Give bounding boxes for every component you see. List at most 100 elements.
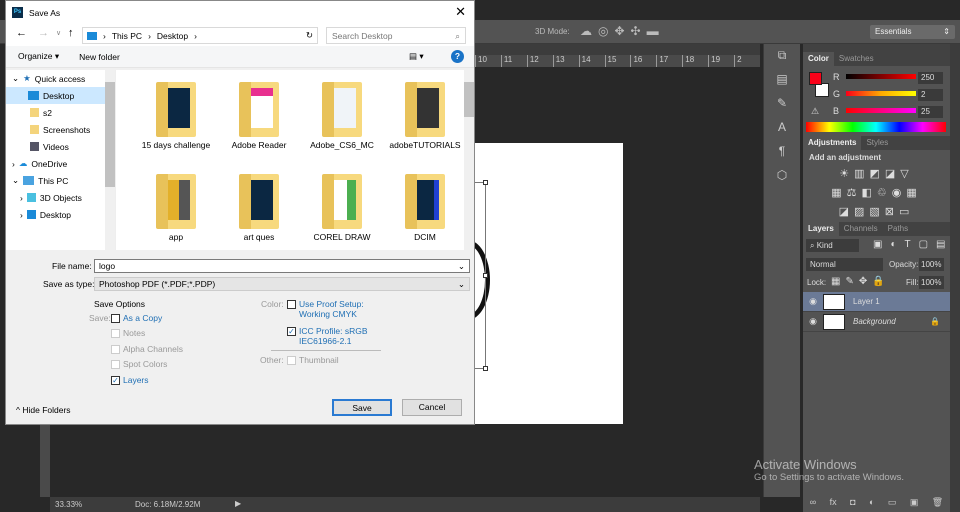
nav-3d-objects[interactable]: › 3D Objects	[6, 189, 115, 206]
transform-handle[interactable]	[483, 273, 488, 278]
help-icon[interactable]: ?	[451, 50, 464, 63]
folder-item[interactable]: COREL DRAW	[302, 174, 382, 242]
opacity-input[interactable]: 100%	[919, 258, 944, 271]
fx-icon[interactable]: fx	[830, 497, 837, 512]
search-input[interactable]: Search Desktop ⌕	[326, 27, 466, 44]
spot-colors-checkbox[interactable]: Spot Colors	[111, 359, 167, 370]
transform-handle[interactable]	[483, 366, 488, 371]
view-icon[interactable]: ▤ ▾	[409, 51, 424, 62]
breadcrumb-desktop[interactable]: Desktop	[157, 31, 188, 41]
adjustments-panel: Add an adjustment ☀▥◩◪▽ ▦⚖◧♲◉▦ ◪▨▧⊠▭	[803, 150, 950, 222]
new-layer-icon[interactable]: ▣	[910, 497, 919, 512]
notes-checkbox[interactable]: Notes	[111, 328, 145, 339]
nav-label: Videos	[43, 141, 69, 152]
use-proof-setup-checkbox[interactable]: Use Proof Setup: Working CMYK	[287, 299, 364, 319]
fill-input[interactable]: 100%	[919, 276, 944, 289]
nav-s2[interactable]: s2	[6, 104, 115, 121]
tab-swatches[interactable]: Swatches	[834, 52, 879, 66]
mask-icon[interactable]: ◘	[850, 497, 855, 512]
blend-mode-select[interactable]: Normal	[806, 258, 883, 271]
b-label: B	[833, 106, 840, 116]
color-ramp[interactable]	[806, 122, 946, 132]
nav-onedrive[interactable]: › ☁ OneDrive	[6, 155, 115, 172]
close-icon[interactable]: ✕	[455, 4, 466, 20]
character-icon[interactable]: A	[770, 120, 794, 140]
link-icon[interactable]: ∞	[810, 497, 816, 512]
gamut-warning-icon[interactable]: ⚠	[811, 106, 819, 117]
layer-row[interactable]: ◉ Layer 1	[803, 292, 950, 312]
nav-videos[interactable]: Videos	[6, 138, 115, 155]
forward-icon[interactable]: →	[38, 27, 49, 39]
folder-item[interactable]: Adobe_CS6_MC	[302, 82, 382, 150]
panel-scrollbar[interactable]	[950, 44, 960, 512]
nav-quick-access[interactable]: ⌄ ★ Quick access	[6, 70, 115, 87]
transform-handle[interactable]	[483, 180, 488, 185]
folder-item[interactable]: adobeTUTORIALS	[385, 82, 465, 150]
layers-footer: ∞ fx ◘ ◐ ▭ ▣ 🗑	[803, 497, 950, 512]
as-copy-checkbox[interactable]: As a Copy	[111, 313, 162, 324]
nav-screenshots[interactable]: Screenshots	[6, 121, 115, 138]
zoom-level[interactable]: 33.33%	[55, 500, 82, 509]
group-icon[interactable]: ▭	[888, 497, 897, 512]
background-color-swatch[interactable]	[815, 83, 829, 97]
folder-item[interactable]: Adobe Reader	[219, 82, 299, 150]
history-icon[interactable]: ⧉	[770, 48, 794, 68]
tab-styles[interactable]: Styles	[861, 136, 893, 150]
foreground-color-swatch[interactable]	[809, 72, 822, 85]
trash-icon[interactable]: 🗑	[932, 497, 943, 512]
properties-icon[interactable]: ▤	[770, 72, 794, 92]
up-icon[interactable]: ↑	[68, 27, 74, 39]
nav-desktop[interactable]: Desktop	[6, 87, 115, 104]
recent-chevron-icon[interactable]: ∨	[56, 29, 61, 37]
b-slider[interactable]	[846, 108, 916, 113]
folder-item[interactable]: 15 days challenge	[136, 82, 216, 150]
nav-label: Quick access	[34, 73, 86, 84]
brush-icon[interactable]: ✎	[770, 96, 794, 116]
icc-profile-checkbox[interactable]: ✓ ICC Profile: sRGB IEC61966-2.1	[287, 326, 368, 346]
folder-item[interactable]: art ques	[219, 174, 299, 242]
nav-desktop-pc[interactable]: › Desktop	[6, 206, 115, 223]
folder-item[interactable]: app	[136, 174, 216, 242]
nav-scrollbar[interactable]	[105, 70, 115, 250]
files-scrollbar[interactable]	[464, 70, 474, 250]
breadcrumb-this-pc[interactable]: This PC	[112, 31, 142, 41]
save-button[interactable]: Save	[332, 399, 392, 416]
adjustment-icons[interactable]: ☀▥◩◪▽ ▦⚖◧♲◉▦ ◪▨▧⊠▭	[803, 165, 950, 222]
workspace-select[interactable]: Essentials ⇕	[870, 25, 955, 39]
filter-icons[interactable]: ▣◐T▢▤	[873, 239, 954, 250]
tab-layers[interactable]: Layers	[803, 222, 839, 236]
layer-row[interactable]: ◉ Background 🔒	[803, 312, 950, 332]
address-bar[interactable]: › This PC › Desktop › ↻	[82, 27, 318, 44]
refresh-icon[interactable]: ↻	[306, 30, 313, 41]
layers-checkbox[interactable]: ✓ Layers	[111, 375, 149, 386]
new-folder-button[interactable]: New folder	[79, 52, 120, 62]
nav-this-pc[interactable]: ⌄ This PC	[6, 172, 115, 189]
eye-icon[interactable]: ◉	[803, 316, 823, 327]
3d-mode-icons[interactable]: ☁◎✥✣▬	[580, 24, 665, 38]
play-icon[interactable]: ▶	[235, 499, 241, 508]
file-name-input[interactable]: logo ⌄	[94, 259, 470, 273]
tab-paths[interactable]: Paths	[883, 222, 913, 236]
back-icon[interactable]: ←	[16, 27, 27, 39]
organize-button[interactable]: Organize ▾	[18, 51, 59, 62]
cancel-button[interactable]: Cancel	[402, 399, 462, 416]
paragraph-icon[interactable]: ¶	[770, 144, 794, 164]
save-as-type-select[interactable]: Photoshop PDF (*.PDF;*.PDP) ⌄	[94, 277, 470, 291]
thumbnail-checkbox[interactable]: Thumbnail	[287, 355, 339, 366]
g-value[interactable]: 2	[918, 89, 943, 101]
lock-icons[interactable]: ▦✎✥🔒	[831, 276, 890, 287]
tab-adjustments[interactable]: Adjustments	[803, 136, 862, 150]
3d-icon[interactable]: ⬡	[770, 168, 794, 188]
kind-filter[interactable]: ⌕ Kind	[806, 239, 859, 252]
g-slider[interactable]	[846, 91, 916, 96]
tab-channels[interactable]: Channels	[839, 222, 883, 236]
tab-color[interactable]: Color	[803, 52, 834, 66]
b-value[interactable]: 25	[918, 106, 943, 118]
adjustment-layer-icon[interactable]: ◐	[869, 497, 874, 512]
eye-icon[interactable]: ◉	[803, 296, 823, 307]
r-value[interactable]: 250	[918, 72, 943, 84]
folder-item[interactable]: DCIM	[385, 174, 465, 242]
alpha-channels-checkbox[interactable]: Alpha Channels	[111, 344, 183, 355]
hide-folders-button[interactable]: ^ Hide Folders	[16, 405, 71, 415]
r-slider[interactable]	[846, 74, 916, 79]
